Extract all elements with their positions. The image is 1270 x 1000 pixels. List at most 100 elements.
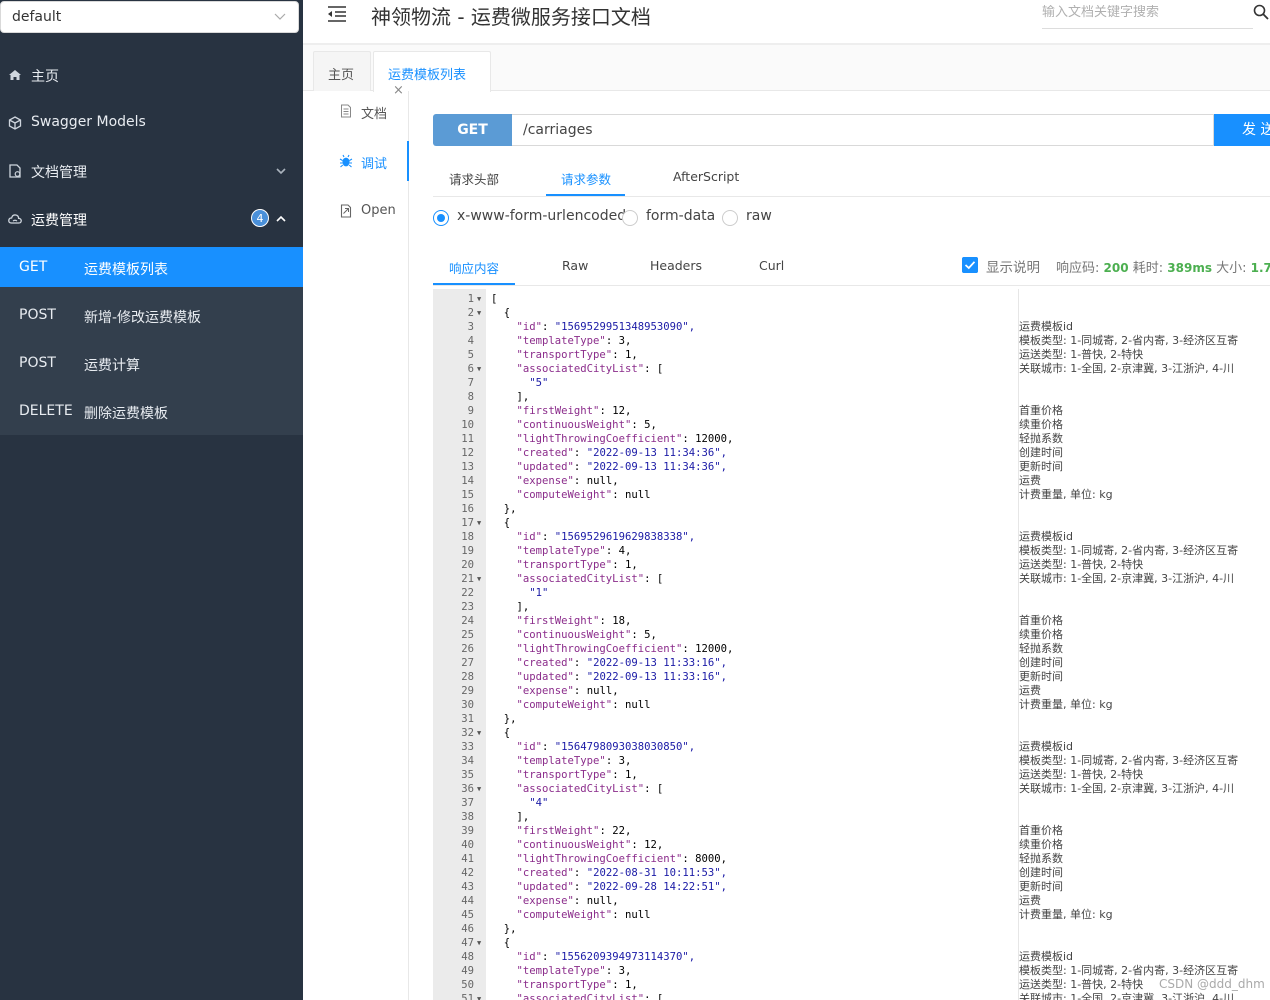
radio-indicator	[722, 210, 738, 226]
sidebar-item-home[interactable]: 主页	[0, 51, 303, 99]
tab-response-content[interactable]: 响应内容	[449, 258, 499, 277]
page-tabs: 主页 运费模板列表×	[303, 45, 1270, 98]
field-description: 关联城市: 1-全国, 2-京津冀, 3-江浙沪, 4-川	[1019, 782, 1235, 795]
tab-response-raw[interactable]: Raw	[562, 258, 588, 273]
tab-request-params[interactable]: 请求参数	[561, 169, 611, 188]
tab-document[interactable]: 文档	[303, 91, 409, 131]
field-description: 运送类型: 1-普快, 2-特快	[1019, 978, 1144, 991]
line-number: 24	[461, 615, 474, 627]
fold-toggle-icon[interactable]: ▼	[477, 726, 484, 740]
http-method: GET	[19, 259, 48, 275]
fold-toggle-icon[interactable]: ▼	[477, 292, 484, 306]
tab-after-script[interactable]: AfterScript	[673, 169, 739, 184]
fold-toggle-icon[interactable]: ▼	[477, 362, 484, 376]
code-line: "associatedCityList": [	[516, 363, 664, 375]
field-description: 运送类型: 1-普快, 2-特快	[1019, 558, 1144, 571]
method-select[interactable]: GET	[433, 114, 512, 146]
api-item-save-template[interactable]: POST 新增-修改运费模板	[0, 295, 303, 335]
line-number: 10	[461, 419, 474, 431]
response-tabs: 响应内容 Raw Headers Curl 显示说明 响应码: 200 耗时: …	[433, 248, 1270, 286]
fold-toggle-icon[interactable]: ▼	[477, 936, 484, 950]
show-desc-checkbox[interactable]	[962, 257, 978, 273]
radio-form-data[interactable]: form-data	[622, 208, 717, 228]
code-line: {	[491, 517, 511, 529]
line-number: 13	[461, 461, 474, 473]
code-line: "continuousWeight": 5,	[516, 419, 657, 431]
code-line: "transportType": 1,	[516, 979, 638, 991]
field-description: 创建时间	[1019, 446, 1063, 459]
code-line: "updated": "2022-09-13 11:33:16",	[516, 671, 728, 683]
menu-toggle-icon[interactable]	[327, 5, 347, 23]
active-tab-indicator	[546, 194, 625, 196]
response-code-editor[interactable]: 1 ▼ 2 ▼ 3 4 5 6 ▼ 7 8 9 10 11 12 13 14 15 16 17 ▼ 18 19 20 21 ▼ 22…	[433, 289, 1270, 1000]
chevron-down-icon	[274, 13, 286, 20]
tab-label: 运费模板列表	[388, 68, 467, 83]
sidebar-item-label: 运费管理	[31, 213, 87, 229]
freight-submenu: GET 运费模板列表 POST 新增-修改运费模板 POST 运费计算 DELE…	[0, 247, 303, 435]
cloud-icon	[8, 214, 22, 224]
field-description: 运费模板id	[1019, 530, 1074, 543]
sidebar-item-doc-manage[interactable]: 文档管理	[0, 147, 303, 195]
radio-form-urlencoded[interactable]: x-www-form-urlencoded	[433, 208, 626, 228]
code-line: "transportType": 1,	[516, 769, 638, 781]
api-item-compute[interactable]: POST 运费计算	[0, 343, 303, 383]
code-line: "associatedCityList": [	[516, 573, 664, 585]
field-description: 首重价格	[1019, 404, 1063, 417]
code-line: "computeWeight": null	[516, 909, 651, 921]
code-line: "created": "2022-09-13 11:34:36",	[516, 447, 728, 459]
field-description: 轻抛系数	[1019, 432, 1063, 445]
code-line: "computeWeight": null	[516, 489, 651, 501]
tab-home[interactable]: 主页	[313, 51, 371, 91]
line-number: 20	[461, 559, 474, 571]
url-input[interactable]: /carriages	[512, 114, 1214, 146]
line-number: 15	[461, 489, 474, 501]
http-method: DELETE	[19, 403, 73, 419]
chevron-up-icon	[276, 215, 286, 222]
code-line: "computeWeight": null	[516, 699, 651, 711]
tab-debug[interactable]: 调试	[303, 141, 409, 181]
api-item-delete-template[interactable]: DELETE 删除运费模板	[0, 391, 303, 431]
tab-response-headers[interactable]: Headers	[650, 258, 702, 273]
tab-response-curl[interactable]: Curl	[759, 258, 784, 273]
line-number: 4	[467, 335, 474, 347]
sidebar: default 主页 Swagger Models 文档管理 运费管理 4 GE…	[0, 0, 303, 1000]
code-line: "associatedCityList": [	[516, 783, 664, 795]
group-select[interactable]: default	[0, 1, 299, 33]
fold-toggle-icon[interactable]: ▼	[477, 782, 484, 796]
sidebar-item-swagger-models[interactable]: Swagger Models	[0, 99, 303, 147]
tab-request-headers[interactable]: 请求头部	[449, 169, 499, 188]
search-input[interactable]	[1042, 5, 1242, 20]
line-number: 41	[461, 853, 474, 865]
code-line: "transportType": 1,	[516, 559, 638, 571]
code-line: "transportType": 1,	[516, 349, 638, 361]
fold-toggle-icon[interactable]: ▼	[477, 516, 484, 530]
doc-mode-tabs: 文档 调试 Open	[303, 91, 409, 1000]
field-description: 续重价格	[1019, 628, 1063, 641]
field-description: 运送类型: 1-普快, 2-特快	[1019, 768, 1144, 781]
field-description: 计费重量, 单位: kg	[1019, 908, 1113, 921]
api-item-list-templates[interactable]: GET 运费模板列表	[0, 247, 303, 287]
send-button[interactable]: 发 送	[1214, 114, 1270, 146]
search-icon[interactable]	[1253, 4, 1269, 20]
radio-label: form-data	[646, 208, 716, 224]
fold-toggle-icon[interactable]: ▼	[477, 306, 484, 320]
radio-label: x-www-form-urlencoded	[457, 208, 627, 224]
bug-icon	[339, 154, 353, 168]
response-time: 389ms	[1167, 261, 1212, 275]
request-bar: GET /carriages 发 送	[433, 114, 1270, 146]
tab-list-templates[interactable]: 运费模板列表×	[373, 51, 491, 98]
line-number: 31	[461, 713, 474, 725]
field-description: 更新时间	[1019, 880, 1063, 893]
fold-toggle-icon[interactable]: ▼	[477, 572, 484, 586]
field-description: 关联城市: 1-全国, 2-京津冀, 3-江浙沪, 4-川	[1019, 572, 1235, 585]
fold-toggle-icon[interactable]: ▼	[477, 992, 484, 1000]
cube-icon	[8, 116, 22, 130]
tab-open[interactable]: Open	[303, 191, 409, 231]
show-desc-label: 显示说明	[986, 260, 1040, 276]
response-stats: 响应码: 200 耗时: 389ms 大小: 1.7	[1056, 257, 1270, 276]
sidebar-item-freight-manage[interactable]: 运费管理 4	[0, 195, 303, 243]
line-number: 23	[461, 601, 474, 613]
code-line: "expense": null,	[516, 475, 619, 487]
code-line: "id": "1569529951348953090",	[516, 321, 696, 333]
radio-raw[interactable]: raw	[722, 208, 782, 228]
